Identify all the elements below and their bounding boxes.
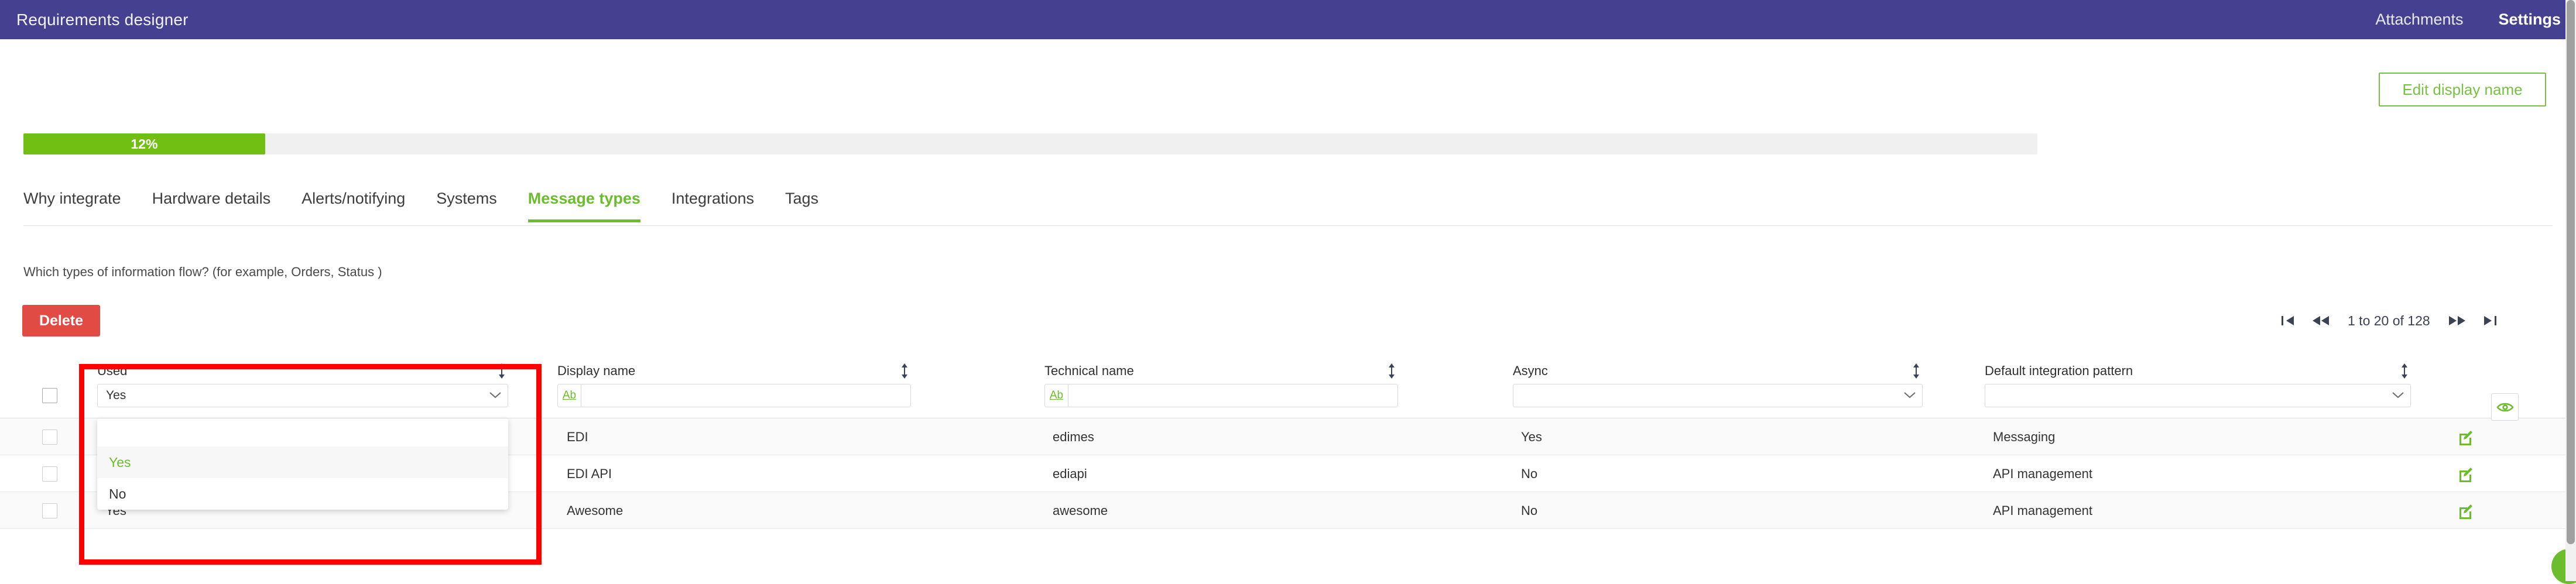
- dropdown-option-blank[interactable]: [97, 420, 508, 446]
- next-page-icon[interactable]: [2441, 309, 2474, 332]
- row-checkbox[interactable]: [42, 503, 57, 518]
- filter-select-async[interactable]: [1513, 384, 1923, 407]
- filter-input-technical-name[interactable]: [1068, 384, 1397, 407]
- dropdown-option-yes[interactable]: Yes: [97, 446, 508, 478]
- sort-icon-used[interactable]: [495, 363, 508, 379]
- text-filter-mode-button-technical-name[interactable]: Ab: [1045, 384, 1068, 407]
- app-title: Requirements designer: [16, 11, 189, 29]
- app-header: Requirements designer Attachments Settin…: [0, 0, 2576, 39]
- sort-icon-technical-name[interactable]: [1385, 363, 1398, 379]
- sort-icon-async[interactable]: [1910, 363, 1923, 379]
- first-page-icon[interactable]: [2272, 309, 2304, 332]
- select-all-checkbox[interactable]: [42, 388, 57, 403]
- progress-percent-label: 12%: [131, 136, 157, 152]
- previous-page-icon[interactable]: [2304, 309, 2337, 332]
- cell-async: No: [1521, 455, 1537, 492]
- eye-icon: [2496, 401, 2514, 413]
- cell-display-name: EDI API: [567, 455, 612, 492]
- tab-alerts-notifying[interactable]: Alerts/notifying: [302, 186, 405, 222]
- column-title-async: Async: [1513, 363, 1548, 379]
- tab-tags[interactable]: Tags: [785, 186, 818, 222]
- cell-display-name: EDI: [567, 418, 588, 455]
- chevron-down-icon: [1903, 389, 1916, 403]
- cell-technical-name: edimes: [1053, 418, 1094, 455]
- tab-systems[interactable]: Systems: [436, 186, 497, 222]
- column-header-display-name: Display name Ab: [557, 358, 911, 418]
- tab-why-integrate[interactable]: Why integrate: [23, 186, 121, 222]
- tab-integrations[interactable]: Integrations: [672, 186, 754, 222]
- column-title-technical-name: Technical name: [1044, 363, 1134, 379]
- last-page-icon[interactable]: [2474, 309, 2506, 332]
- column-title-default-integration-pattern: Default integration pattern: [1985, 363, 2133, 379]
- used-filter-dropdown[interactable]: Yes No: [97, 418, 508, 510]
- filter-select-used-value: Yes: [106, 389, 126, 403]
- cell-technical-name: ediapi: [1053, 455, 1087, 492]
- delete-button[interactable]: Delete: [22, 305, 100, 336]
- edit-icon[interactable]: [2458, 492, 2474, 529]
- cell-async: Yes: [1521, 418, 1542, 455]
- header-link-attachments[interactable]: Attachments: [2375, 11, 2463, 29]
- row-checkbox[interactable]: [42, 430, 57, 445]
- column-header-default-integration-pattern: Default integration pattern: [1985, 358, 2411, 418]
- filter-select-default-integration-pattern[interactable]: [1985, 384, 2411, 407]
- sort-icon-default-integration-pattern[interactable]: [2398, 363, 2411, 379]
- text-filter-mode-button-display-name[interactable]: Ab: [558, 384, 581, 407]
- pagination-label: 1 to 20 of 128: [2337, 313, 2441, 329]
- section-description: Which types of information flow? (for ex…: [23, 264, 382, 280]
- header-nav: Attachments Settings: [2340, 11, 2561, 29]
- cell-technical-name: awesome: [1053, 492, 1108, 529]
- column-visibility-button[interactable]: [2491, 393, 2519, 421]
- chevron-down-icon: [489, 389, 502, 403]
- vertical-scrollbar-thumb[interactable]: [2567, 0, 2575, 544]
- filter-select-used[interactable]: Yes: [97, 384, 508, 407]
- row-checkbox-cell: [42, 455, 57, 492]
- table-header-row: Used Yes Display name Ab: [0, 358, 2565, 418]
- pagination: 1 to 20 of 128: [2272, 305, 2506, 336]
- column-header-used: Used Yes: [97, 358, 508, 418]
- row-checkbox-cell: [42, 418, 57, 455]
- tab-bar: Why integrate Hardware details Alerts/no…: [23, 186, 2553, 226]
- progress-bar-fill: 12%: [23, 133, 265, 154]
- cell-default-integration-pattern: Messaging: [1993, 418, 2055, 455]
- progress-bar-track: 12%: [23, 133, 2037, 154]
- column-header-technical-name: Technical name Ab: [1044, 358, 1398, 418]
- select-all-cell: [42, 358, 66, 418]
- column-header-async: Async: [1513, 358, 1923, 418]
- column-title-used: Used: [97, 363, 127, 379]
- edit-display-name-button[interactable]: Edit display name: [2379, 73, 2546, 107]
- edit-icon[interactable]: [2458, 418, 2474, 455]
- row-checkbox[interactable]: [42, 466, 57, 482]
- edit-icon[interactable]: [2458, 455, 2474, 492]
- filter-text-display-name: Ab: [557, 384, 911, 407]
- cell-display-name: Awesome: [567, 492, 623, 529]
- tab-message-types[interactable]: Message types: [528, 186, 640, 222]
- column-title-display-name: Display name: [557, 363, 635, 379]
- sort-icon-display-name[interactable]: [898, 363, 911, 379]
- header-link-settings[interactable]: Settings: [2498, 11, 2561, 29]
- chevron-down-icon: [2392, 389, 2404, 403]
- dropdown-option-no[interactable]: No: [97, 478, 508, 510]
- filter-text-technical-name: Ab: [1044, 384, 1398, 407]
- filter-input-display-name[interactable]: [581, 384, 910, 407]
- cell-default-integration-pattern: API management: [1993, 492, 2092, 529]
- row-checkbox-cell: [42, 492, 57, 529]
- tab-hardware-details[interactable]: Hardware details: [152, 186, 271, 222]
- cell-default-integration-pattern: API management: [1993, 455, 2092, 492]
- cell-async: No: [1521, 492, 1537, 529]
